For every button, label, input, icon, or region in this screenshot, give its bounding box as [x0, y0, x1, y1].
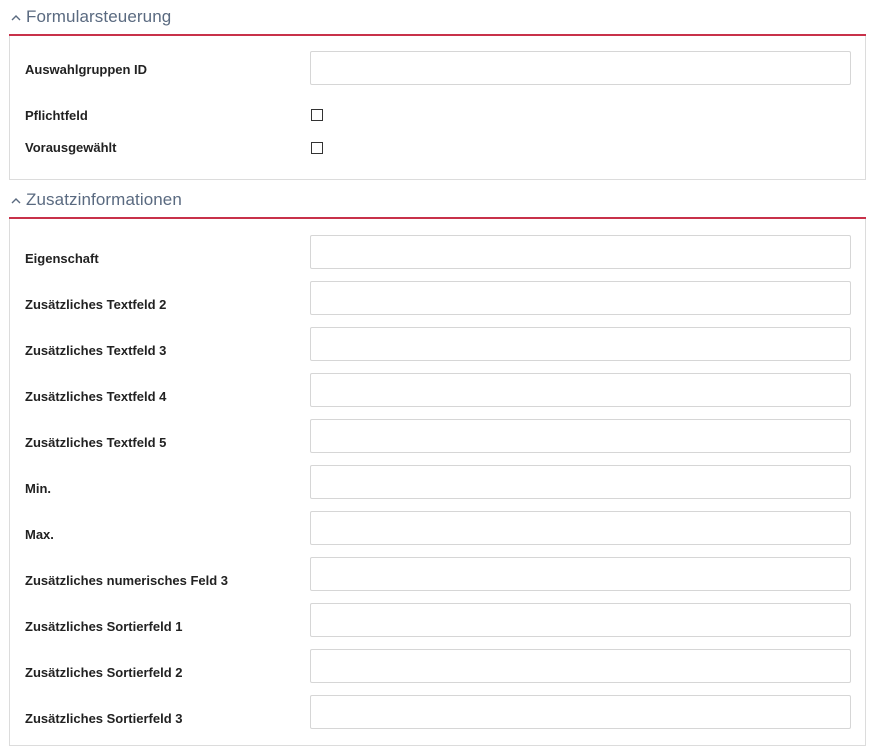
section-header-formularsteuerung[interactable]: Formularsteuerung: [9, 0, 866, 36]
textfeld-5-input[interactable]: [310, 419, 851, 453]
form-row-vorausgewaehlt: Vorausgewählt: [10, 128, 865, 180]
field-label: Eigenschaft: [25, 250, 99, 266]
field-label: Zusätzliches Textfeld 5: [25, 434, 167, 450]
field-label: Zusätzliches numerisches Feld 3: [25, 572, 229, 588]
chevron-up-icon: [9, 193, 23, 207]
chevron-up-icon: [9, 10, 23, 24]
section-zusatzinformationen: Zusatzinformationen Eigenschaft Zusätzli…: [9, 183, 866, 746]
form-row-textfeld-5: Zusätzliches Textfeld 5: [10, 419, 865, 465]
form-row-pflichtfeld: Pflichtfeld: [10, 102, 865, 128]
auswahlgruppen-id-input[interactable]: [310, 51, 851, 85]
field-label: Max.: [25, 526, 54, 542]
field-label: Zusätzliches Textfeld 4: [25, 388, 167, 404]
sortierfeld-2-input[interactable]: [310, 649, 851, 683]
section-body-zusatzinformationen: Eigenschaft Zusätzliches Textfeld 2 Zusä…: [9, 219, 866, 746]
textfeld-4-input[interactable]: [310, 373, 851, 407]
sortierfeld-1-input[interactable]: [310, 603, 851, 637]
eigenschaft-input[interactable]: [310, 235, 851, 269]
form-row-textfeld-3: Zusätzliches Textfeld 3: [10, 327, 865, 373]
numerisches-feld-3-input[interactable]: [310, 557, 851, 591]
form-row-sortierfeld-1: Zusätzliches Sortierfeld 1: [10, 603, 865, 649]
section-header-zusatzinformationen[interactable]: Zusatzinformationen: [9, 183, 866, 219]
field-label: Zusätzliches Sortierfeld 2: [25, 664, 183, 680]
form-row-min: Min.: [10, 465, 865, 511]
vorausgewaehlt-checkbox[interactable]: [311, 142, 323, 154]
max-input[interactable]: [310, 511, 851, 545]
field-label: Zusätzliches Sortierfeld 3: [25, 710, 183, 726]
min-input[interactable]: [310, 465, 851, 499]
section-title: Zusatzinformationen: [26, 190, 182, 209]
form-row-sortierfeld-2: Zusätzliches Sortierfeld 2: [10, 649, 865, 695]
form-row-numerisches-feld-3: Zusätzliches numerisches Feld 3: [10, 557, 865, 603]
field-label: Vorausgewählt: [25, 140, 117, 155]
form-page: Formularsteuerung Auswahlgruppen ID Pfli…: [0, 0, 875, 752]
field-label: Zusätzliches Textfeld 3: [25, 342, 167, 358]
form-row-auswahlgruppen-id: Auswahlgruppen ID: [10, 36, 865, 102]
form-row-textfeld-4: Zusätzliches Textfeld 4: [10, 373, 865, 419]
form-row-textfeld-2: Zusätzliches Textfeld 2: [10, 281, 865, 327]
sortierfeld-3-input[interactable]: [310, 695, 851, 729]
form-row-sortierfeld-3: Zusätzliches Sortierfeld 3: [10, 695, 865, 741]
section-title: Formularsteuerung: [26, 7, 172, 26]
pflichtfeld-checkbox[interactable]: [311, 109, 323, 121]
field-label: Min.: [25, 480, 51, 496]
section-formularsteuerung: Formularsteuerung Auswahlgruppen ID Pfli…: [9, 0, 866, 180]
textfeld-2-input[interactable]: [310, 281, 851, 315]
form-row-max: Max.: [10, 511, 865, 557]
textfeld-3-input[interactable]: [310, 327, 851, 361]
field-label: Zusätzliches Sortierfeld 1: [25, 618, 183, 634]
section-body-formularsteuerung: Auswahlgruppen ID Pflichtfeld Vorausgewä…: [9, 36, 866, 180]
field-label: Zusätzliches Textfeld 2: [25, 296, 167, 312]
form-row-eigenschaft: Eigenschaft: [10, 235, 865, 281]
field-label: Pflichtfeld: [25, 107, 88, 123]
field-label: Auswahlgruppen ID: [25, 61, 148, 77]
